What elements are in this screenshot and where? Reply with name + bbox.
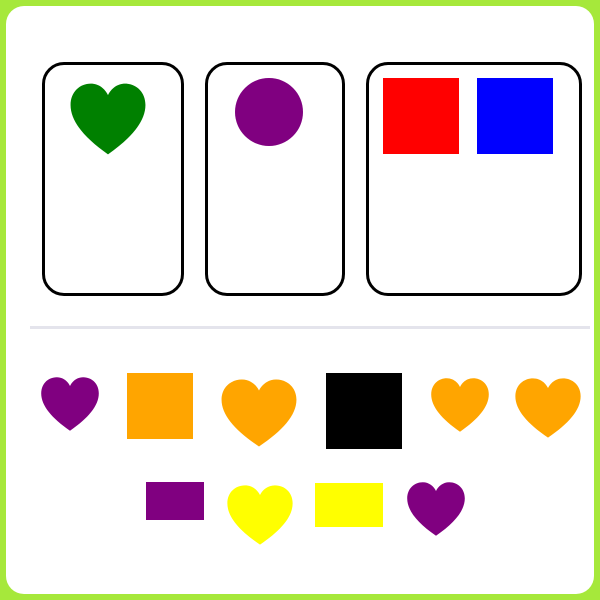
pool-square-icon[interactable] [127, 373, 193, 439]
pool-heart-icon[interactable] [514, 377, 582, 439]
game-board [6, 6, 594, 594]
pool-heart-icon[interactable] [406, 481, 466, 537]
pool-heart-icon[interactable] [430, 377, 490, 433]
pool-heart-icon[interactable] [220, 378, 298, 448]
bin-1-heart-icon[interactable] [69, 82, 147, 156]
bin-3-square-icon[interactable] [383, 78, 459, 154]
bin-2-circle-icon[interactable] [235, 78, 303, 146]
pool-rectangle-icon[interactable] [315, 483, 383, 527]
pool-rectangle-icon[interactable] [146, 482, 204, 520]
pool-heart-icon[interactable] [226, 484, 294, 546]
pool-square-icon[interactable] [326, 373, 402, 449]
pool-heart-icon[interactable] [40, 376, 100, 432]
bin-3-square-icon[interactable] [477, 78, 553, 154]
divider [30, 326, 590, 329]
